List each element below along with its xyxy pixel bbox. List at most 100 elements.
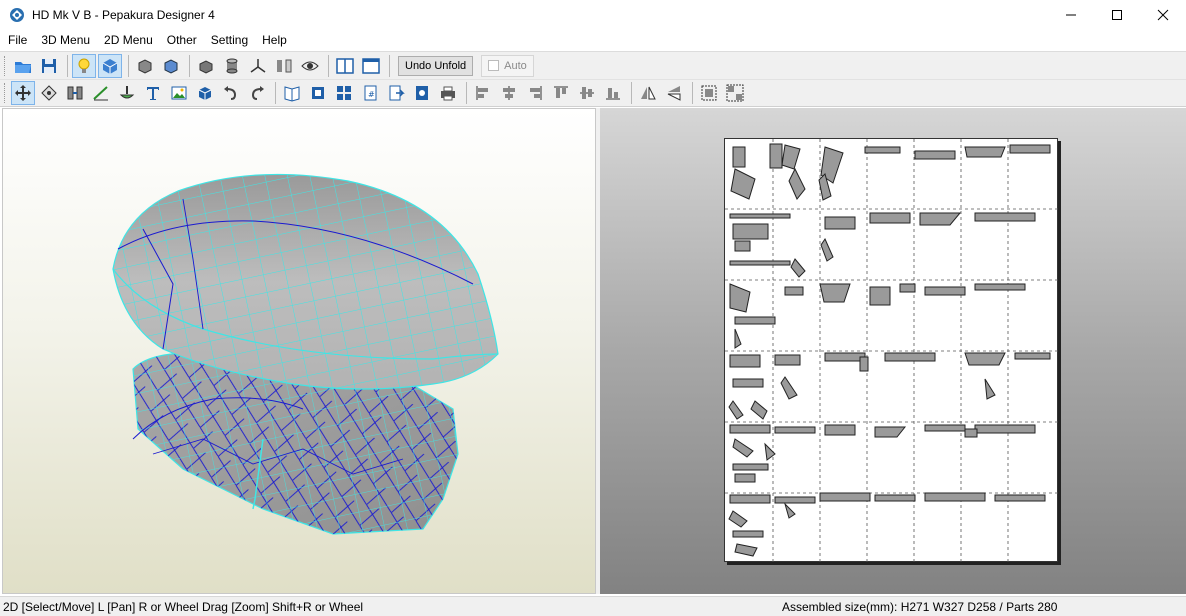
pattern-parts [728,143,1051,557]
text-button[interactable] [141,81,165,105]
minimize-button[interactable] [1048,0,1094,30]
3d-view-pane[interactable] [2,108,596,594]
texture-toggle-button[interactable] [98,53,122,78]
open-folder-icon [15,61,31,73]
menu-3d[interactable]: 3D Menu [33,33,96,47]
axes-button[interactable] [246,54,270,78]
undo-icon [224,86,237,100]
image-icon [171,86,187,100]
align-bottom-icon [606,88,620,100]
close-icon [1157,9,1169,21]
print-icon [441,86,455,101]
fold-line-button[interactable] [89,81,113,105]
eye-icon [301,61,319,70]
single-view-icon [362,57,380,74]
align-middle-button[interactable] [575,81,599,105]
flip-button[interactable] [272,54,296,78]
cylinder-button[interactable] [220,54,244,78]
select-move-button[interactable] [11,81,35,105]
flip-horizontal-button[interactable] [636,81,660,105]
group-button[interactable] [697,81,721,105]
window-title: HD Mk V B - Pepakura Designer 4 [32,8,215,22]
flip-vertical-icon [667,86,681,101]
print-preview-button[interactable] [410,81,434,105]
toolbar-grip [4,55,7,76]
menu-file[interactable]: File [0,33,33,47]
select-move-icon [15,85,31,101]
undo-button[interactable] [219,81,243,105]
rotate-part-icon [41,85,57,101]
pattern-page[interactable] [724,138,1059,563]
image-button[interactable] [167,81,191,105]
show-front-button[interactable] [133,54,157,78]
redo-button[interactable] [245,81,269,105]
flip-vertical-button[interactable] [662,81,686,105]
align-center-button[interactable] [497,81,521,105]
show-back-button[interactable] [159,54,183,78]
helmet-3d-model[interactable] [3,109,596,594]
align-middle-icon [580,87,594,99]
join-edge-button[interactable] [63,81,87,105]
minimize-icon [1066,14,1076,16]
status-mode-hint: 2D [Select/Move] L [Pan] R or Wheel Drag… [3,600,364,614]
page-number-button[interactable]: # [358,81,382,105]
paint-button[interactable] [115,81,139,105]
open-button[interactable] [11,54,35,78]
rotate-part-button[interactable] [37,81,61,105]
paint-icon [119,86,135,99]
show-back-icon [164,58,178,74]
maximize-button[interactable] [1094,0,1140,30]
2d-view-pane[interactable] [600,108,1186,594]
align-left-button[interactable] [471,81,495,105]
export-button[interactable] [384,81,408,105]
light-toggle-button[interactable] [72,53,96,78]
box-icon [199,59,213,74]
text-icon [147,87,159,100]
auto-label: Auto [504,59,527,72]
save-button[interactable] [37,54,61,78]
print-button[interactable] [436,81,460,105]
toolbar-grip [4,83,7,103]
fit-page-button[interactable] [306,81,330,105]
undo-unfold-button[interactable]: Undo Unfold [398,55,474,76]
menu-2d[interactable]: 2D Menu [96,33,159,47]
close-button[interactable] [1140,0,1186,30]
split-view-button[interactable] [333,54,357,78]
align-top-icon [554,86,568,98]
export-icon [389,85,405,101]
print-preview-icon [416,86,428,100]
arrange-button[interactable] [332,81,356,105]
status-assembled-size: Assembled size(mm): H271 W327 D258 / Par… [782,600,1058,614]
svg-text:#: # [368,90,375,99]
menu-other[interactable]: Other [159,33,203,47]
group-icon [701,85,717,101]
single-view-button[interactable] [359,54,383,78]
3d-box-button[interactable] [193,81,217,105]
align-top-button[interactable] [549,81,573,105]
view-button[interactable] [298,54,322,78]
ungroup-button[interactable] [723,81,747,105]
menu-setting[interactable]: Setting [203,33,254,47]
pepakura-app-icon [10,8,24,22]
auto-checkbox[interactable] [488,60,500,71]
split-view-icon [336,57,354,74]
align-right-icon [530,86,542,100]
auto-checkbox-wrap[interactable]: Auto [481,54,534,77]
menu-help[interactable]: Help [254,33,293,47]
save-icon [42,58,56,73]
unfolded-parts-sheet[interactable] [725,139,1059,563]
align-bottom-button[interactable] [601,81,625,105]
box-button[interactable] [194,54,218,78]
menu-bar: File 3D Menu 2D Menu Other Setting Help [0,30,1186,50]
edit-toolbar: # [0,79,1186,107]
fit-page-icon [312,87,324,99]
redo-icon [251,86,264,100]
show-front-icon [138,58,152,74]
align-right-button[interactable] [523,81,547,105]
status-bar: 2D [Select/Move] L [Pan] R or Wheel Drag… [0,596,1186,616]
3d-box-icon [198,87,212,100]
maximize-icon [1112,10,1122,20]
main-toolbar: Undo Unfold Auto [0,51,1186,79]
fold-line-icon [93,86,108,101]
book-button[interactable] [280,81,304,105]
